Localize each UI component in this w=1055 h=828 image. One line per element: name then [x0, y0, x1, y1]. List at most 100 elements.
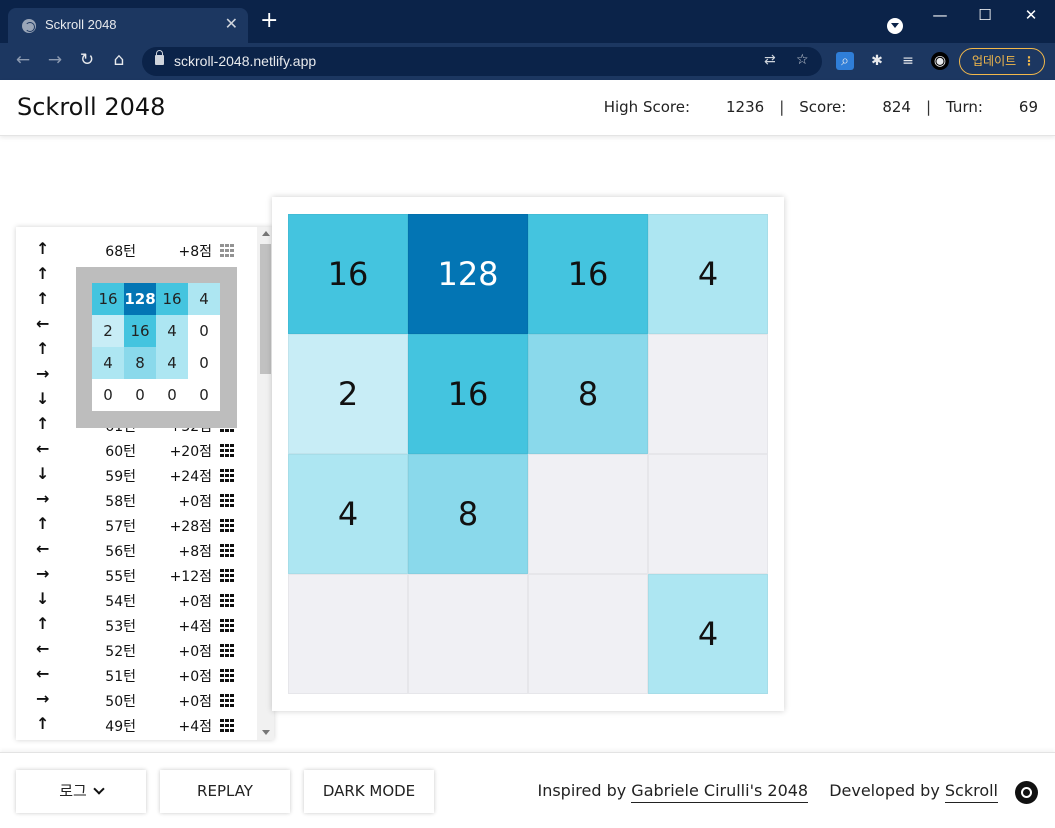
log-turn: 55턴: [105, 569, 136, 585]
chevron-down-icon: [93, 783, 105, 795]
log-turn: 52턴: [105, 644, 136, 660]
github-icon[interactable]: [1015, 781, 1038, 804]
turn-label: Turn:: [946, 98, 983, 116]
bookmark-star-icon[interactable]: ☆: [796, 52, 809, 68]
log-row[interactable]: ↑ 68턴 +8점: [16, 237, 256, 262]
media-queue-icon[interactable]: ≡: [899, 52, 917, 70]
tab-search-icon[interactable]: [887, 18, 903, 34]
move-direction-icon: ↓: [36, 389, 50, 408]
board-preview-icon[interactable]: [220, 469, 234, 482]
tile-16: 16: [408, 334, 528, 454]
window-close-button[interactable]: ✕: [1016, 6, 1046, 24]
tile-128: 128: [408, 214, 528, 334]
board-preview-icon[interactable]: [220, 669, 234, 682]
replay-button[interactable]: REPLAY: [160, 770, 290, 813]
board-preview-icon[interactable]: [220, 494, 234, 507]
log-points: +24점: [169, 469, 212, 485]
empty-cell: [648, 334, 768, 454]
back-icon[interactable]: ←: [11, 50, 35, 70]
address-bar[interactable]: sckroll-2048.netlify.app ⇄ ☆: [142, 47, 822, 76]
tab-close-icon[interactable]: ✕: [225, 14, 238, 33]
log-turn: 59턴: [105, 469, 136, 485]
preview-cell: 16: [156, 283, 188, 315]
board-preview-icon[interactable]: [220, 519, 234, 532]
move-direction-icon: ↓: [36, 589, 50, 608]
board-preview-icon[interactable]: [220, 444, 234, 457]
developer-link[interactable]: Sckroll: [944, 781, 998, 803]
search-extension-icon[interactable]: ⌕: [836, 52, 854, 70]
log-row[interactable]: ← 56턴 +8점: [16, 537, 256, 562]
board-preview-icon[interactable]: [220, 569, 234, 582]
move-direction-icon: ↑: [36, 714, 50, 733]
scrollbar-thumb[interactable]: [260, 244, 271, 374]
forward-icon[interactable]: →: [43, 50, 67, 70]
log-row[interactable]: ← 51턴 +0점: [16, 662, 256, 687]
page-title: Sckroll 2048: [17, 93, 166, 121]
tile-16: 16: [528, 214, 648, 334]
preview-cell: 0: [188, 347, 220, 379]
move-direction-icon: ←: [36, 314, 50, 333]
log-row[interactable]: ← 52턴 +0점: [16, 637, 256, 662]
preview-cell: 4: [188, 283, 220, 315]
preview-cell: 8: [124, 347, 156, 379]
board-preview-icon[interactable]: [220, 694, 234, 707]
log-toggle-button[interactable]: 로그: [16, 770, 146, 813]
preview-cell: 0: [124, 379, 156, 411]
log-row[interactable]: ↑ 57턴 +28점: [16, 512, 256, 537]
scroll-down-icon[interactable]: [262, 730, 270, 735]
divider: |: [925, 98, 932, 116]
log-row[interactable]: → 50턴 +0점: [16, 687, 256, 712]
home-icon[interactable]: ⌂: [107, 50, 131, 70]
inspired-prefix: Inspired by: [537, 781, 627, 800]
board-preview-icon[interactable]: [220, 619, 234, 632]
move-direction-icon: →: [36, 489, 50, 508]
browser-tab[interactable]: Sckroll 2048 ✕: [8, 8, 248, 43]
empty-cell: [528, 574, 648, 694]
scroll-up-icon[interactable]: [262, 231, 270, 236]
translate-icon[interactable]: ⇄: [764, 52, 776, 68]
profile-avatar-icon[interactable]: ◉: [931, 52, 949, 70]
board-preview-icon[interactable]: [220, 544, 234, 557]
preview-cell: 4: [156, 315, 188, 347]
log-row[interactable]: ← 60턴 +20점: [16, 437, 256, 462]
preview-cell: 16: [124, 315, 156, 347]
reload-icon[interactable]: ↻: [75, 50, 99, 70]
tile-16: 16: [288, 214, 408, 334]
footer: 로그 REPLAY DARK MODE Inspired by Gabriele…: [0, 752, 1055, 828]
log-row[interactable]: ↓ 59턴 +24점: [16, 462, 256, 487]
log-row[interactable]: → 58턴 +0점: [16, 487, 256, 512]
move-log-panel[interactable]: ↑68턴+8점↑67턴+4점↑66턴+0점←65턴+0점↑64턴+0점→63턴+…: [16, 227, 274, 740]
url-text[interactable]: sckroll-2048.netlify.app: [174, 53, 316, 69]
move-direction-icon: ←: [36, 539, 50, 558]
log-points: +8점: [178, 244, 212, 260]
minimize-button[interactable]: —: [925, 6, 955, 24]
game-board-container: 16 128 16 4 2 16 8 4 8 4: [272, 197, 784, 711]
developed-prefix: Developed by: [829, 781, 940, 800]
preview-cell: 4: [156, 347, 188, 379]
board-preview-icon[interactable]: [220, 644, 234, 657]
tile-4: 4: [648, 214, 768, 334]
board-preview-icon[interactable]: [220, 719, 234, 732]
log-row[interactable]: ↓ 54턴 +0점: [16, 587, 256, 612]
log-row[interactable]: ↑ 53턴 +4점: [16, 612, 256, 637]
log-row[interactable]: → 55턴 +12점: [16, 562, 256, 587]
log-turn: 49턴: [105, 719, 136, 735]
browser-tab-strip: Sckroll 2048 ✕ + — ☐ ✕: [0, 0, 1055, 43]
game-board[interactable]: 16 128 16 4 2 16 8 4 8 4: [288, 214, 768, 694]
maximize-button[interactable]: ☐: [970, 6, 1000, 24]
board-preview-icon[interactable]: [220, 244, 234, 257]
tile-8: 8: [408, 454, 528, 574]
board-preview-icon[interactable]: [220, 594, 234, 607]
menu-dots-icon: ⋮: [1023, 54, 1035, 68]
log-points: +0점: [178, 669, 212, 685]
preview-grid: 16 128 16 4 2 16 4 0 4 8 4 0 0 0 0 0: [92, 283, 221, 411]
inspired-link[interactable]: Gabriele Cirulli's 2048: [631, 781, 809, 803]
log-row[interactable]: ↑ 49턴 +4점: [16, 712, 256, 737]
dark-mode-button[interactable]: DARK MODE: [304, 770, 434, 813]
extensions-puzzle-icon[interactable]: ✱: [868, 52, 886, 70]
move-direction-icon: ↓: [36, 464, 50, 483]
new-tab-button[interactable]: +: [260, 10, 278, 32]
update-button[interactable]: 업데이트 ⋮: [959, 48, 1045, 75]
tab-title: Sckroll 2048: [45, 17, 117, 32]
lock-icon[interactable]: [155, 50, 164, 65]
